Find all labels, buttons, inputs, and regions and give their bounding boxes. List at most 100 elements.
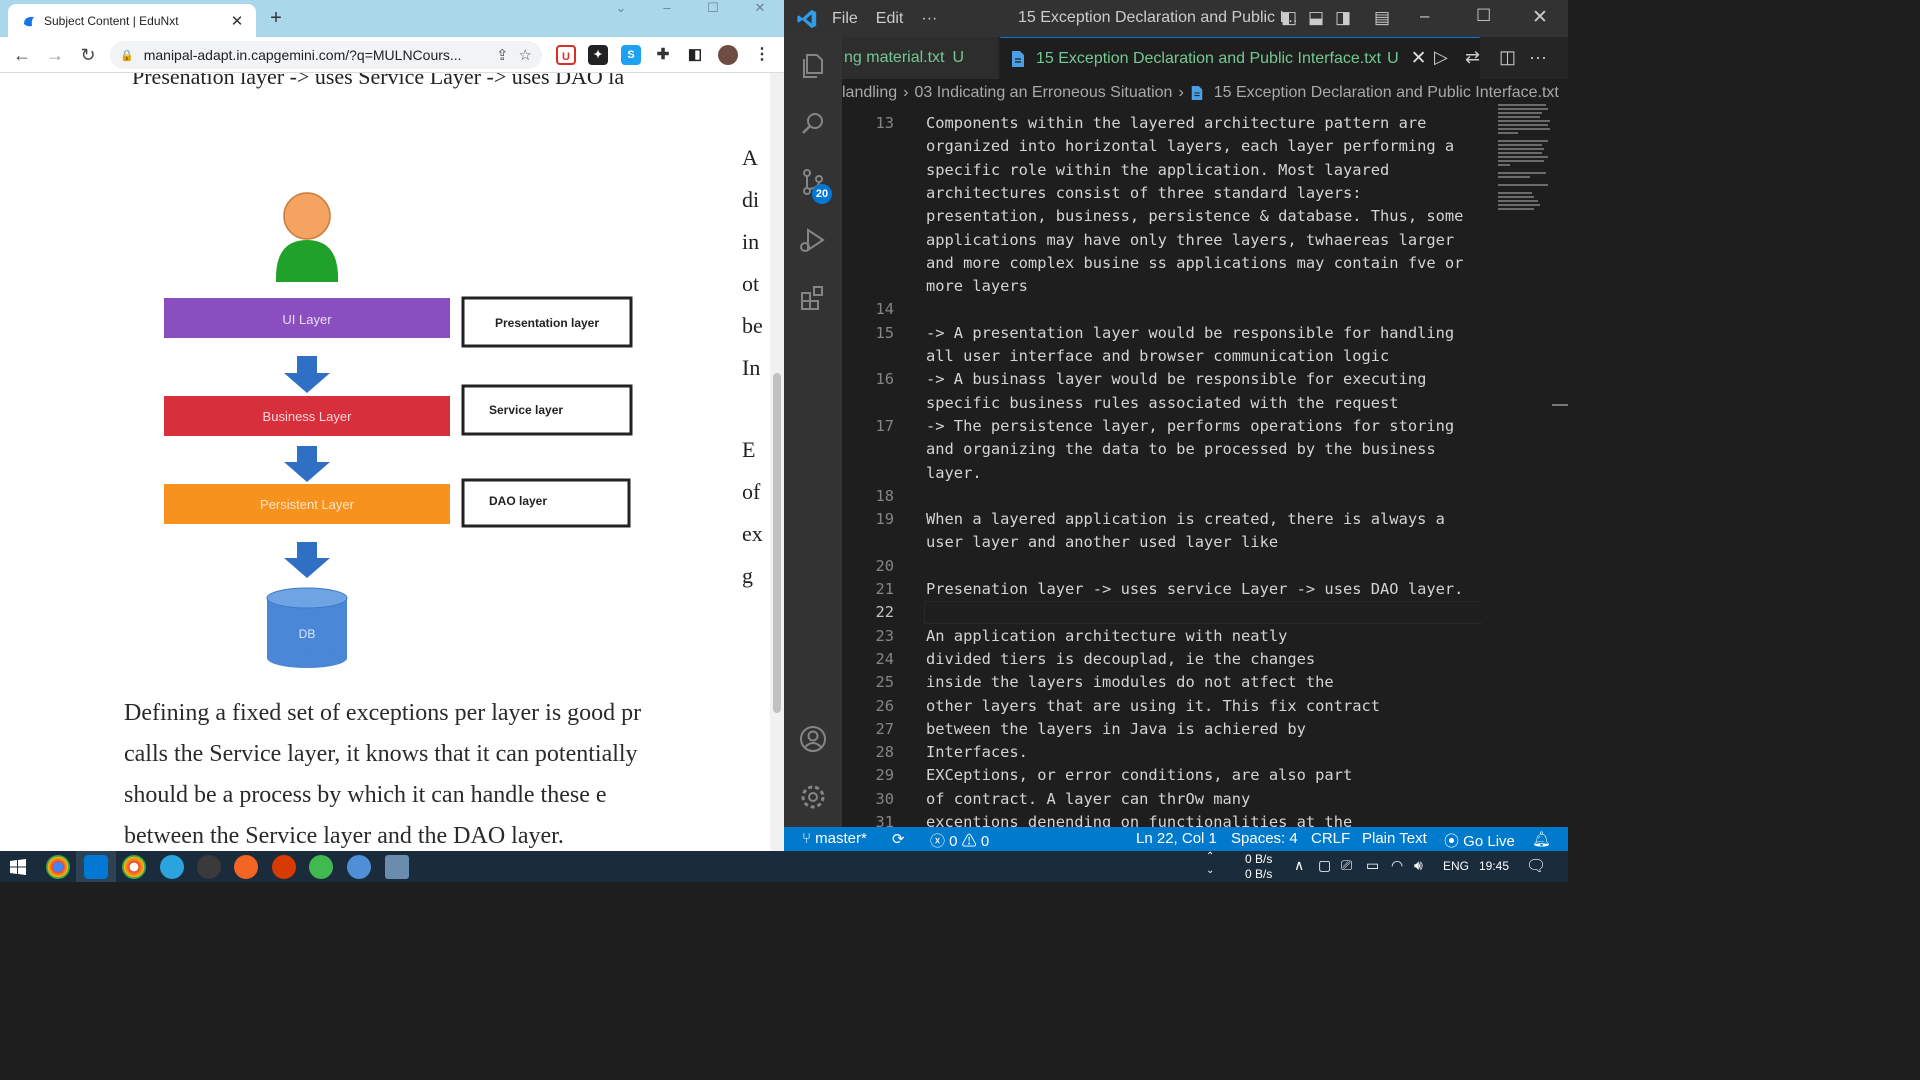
battery-icon[interactable]: ▭ (1366, 857, 1379, 874)
code-text[interactable]: An application architecture with neatly (926, 625, 1287, 648)
share-icon[interactable]: ⇪ (496, 46, 509, 64)
code-text[interactable]: more layers (926, 275, 1028, 298)
code-line[interactable]: all user interface and browser communica… (842, 345, 1482, 368)
code-line[interactable]: 18 (842, 485, 1482, 508)
code-line[interactable]: user layer and another used layer like (842, 531, 1482, 554)
code-line[interactable]: more layers (842, 275, 1482, 298)
address-bar[interactable]: 🔒 manipal-adapt.in.capgemini.com/?q=MULN… (110, 41, 542, 69)
code-line[interactable]: architectures consist of three standard … (842, 182, 1482, 205)
volume-icon[interactable]: 🔊︎ (1414, 857, 1423, 874)
forward-arrow-icon[interactable]: → (43, 43, 67, 67)
close-window-icon[interactable]: ✕ (745, 0, 775, 20)
breadcrumb-item[interactable]: 03 Indicating an Erroneous Situation (914, 84, 1172, 102)
code-line[interactable]: 15 -> A presentation layer would be respo… (842, 322, 1482, 345)
code-text[interactable]: Components within the layered architectu… (926, 112, 1426, 135)
code-line[interactable]: 29 EXCeptions, or error conditions, are a… (842, 764, 1482, 787)
minimize-icon[interactable]: – (1420, 6, 1429, 26)
code-line[interactable]: 28 Interfaces. (842, 741, 1482, 764)
ninja-extension-icon[interactable]: ✦ (588, 45, 608, 65)
app-taskbar-icon[interactable] (197, 855, 221, 879)
code-line[interactable]: organized into horizontal layers, each l… (842, 135, 1482, 158)
notifications-bell-icon[interactable]: 🔔︎ (1532, 830, 1551, 848)
bookmark-star-icon[interactable]: ☆ (519, 46, 532, 64)
side-panel-icon[interactable]: ◧ (685, 45, 705, 65)
maximize-icon[interactable]: ☐ (698, 0, 728, 20)
split-editor-icon[interactable]: ◫ (1499, 47, 1516, 68)
show-hidden-icons-icon[interactable]: ∧ (1294, 857, 1304, 874)
sync-icon[interactable]: ⟳ (892, 830, 905, 848)
code-line[interactable]: 20 (842, 555, 1482, 578)
code-line[interactable]: 25 inside the layers imodules do not atfe… (842, 671, 1482, 694)
code-line[interactable]: 31 excentions denending on functionalitie… (842, 811, 1482, 827)
code-line[interactable]: applications may have only three layers,… (842, 229, 1482, 252)
code-text[interactable]: specific business rules associated with … (926, 392, 1399, 415)
minimap[interactable] (1498, 104, 1552, 214)
code-line[interactable]: 23 An application architecture with neatl… (842, 625, 1482, 648)
code-text[interactable]: excentions denending on functionalities … (926, 811, 1352, 827)
eol-indicator[interactable]: CRLF (1311, 830, 1350, 847)
code-text[interactable]: and organizing the data to be processed … (926, 438, 1436, 461)
code-text[interactable]: organized into horizontal layers, each l… (926, 135, 1454, 158)
code-editor[interactable]: 13 Components within the layered architec… (842, 112, 1482, 827)
close-tab-icon[interactable]: ✕ (1411, 47, 1427, 70)
editor-tab-active[interactable]: 15 Exception Declaration and Public Inte… (1000, 37, 1480, 79)
go-live-button[interactable]: ⦿ Go Live (1444, 830, 1515, 851)
accounts-icon[interactable] (798, 724, 828, 754)
run-file-icon[interactable]: ▷ (1434, 47, 1448, 68)
more-actions-icon[interactable]: ··· (1529, 47, 1547, 68)
telegram-taskbar-icon[interactable] (160, 855, 184, 879)
editor-scroll-indicator[interactable] (1552, 404, 1568, 406)
branch-indicator[interactable]: ⑂ master* (802, 830, 867, 847)
toggle-secondary-sidebar-icon[interactable]: ◨ (1335, 8, 1351, 28)
code-text[interactable]: Presenation layer -> uses service Layer … (926, 578, 1463, 601)
code-line[interactable]: layer. (842, 462, 1482, 485)
code-text[interactable]: user layer and another used layer like (926, 531, 1278, 554)
browser-menu-icon[interactable]: ⋮ (752, 45, 772, 65)
code-text[interactable]: layer. (926, 462, 982, 485)
code-text[interactable]: inside the layers imodules do not atfect… (926, 671, 1334, 694)
postman-taskbar-icon[interactable] (234, 855, 258, 879)
new-tab-button[interactable]: + (264, 6, 288, 30)
code-text[interactable]: specific role within the application. Mo… (926, 159, 1389, 182)
meet-now-icon[interactable]: ⎚ (1341, 857, 1352, 874)
minimize-icon[interactable]: – (652, 0, 682, 20)
code-text[interactable]: of contract. A layer can thrOw many (926, 788, 1250, 811)
code-line[interactable]: 24 divided tiers is decouplad, ie the cha… (842, 648, 1482, 671)
photos-taskbar-icon[interactable] (385, 855, 409, 879)
code-line[interactable]: 16 -> A businass layer would be responsib… (842, 368, 1482, 391)
code-line[interactable]: 26 other layers that are using it. This f… (842, 695, 1482, 718)
menu-edit[interactable]: Edit (876, 10, 904, 28)
code-line[interactable]: 21 Presenation layer -> uses service Laye… (842, 578, 1482, 601)
toggle-panel-icon[interactable]: ⬓ (1308, 8, 1324, 28)
code-text[interactable]: -> A presentation layer would be respons… (926, 322, 1454, 345)
vscode-taskbar-icon[interactable] (84, 855, 108, 879)
code-line[interactable]: 14 (842, 298, 1482, 321)
profile-avatar[interactable] (718, 45, 738, 65)
code-line[interactable]: 19 When a layered application is created,… (842, 508, 1482, 531)
code-text[interactable]: -> A businass layer would be responsible… (926, 368, 1426, 391)
tablet-icon[interactable]: ▢ (1318, 857, 1331, 874)
cursor-position[interactable]: Ln 22, Col 1 (1136, 830, 1217, 847)
editor-tab-material[interactable]: ng material.txt U (842, 37, 998, 79)
language-mode[interactable]: Plain Text (1362, 830, 1427, 847)
breadcrumb-item[interactable]: landling (842, 84, 897, 102)
code-text[interactable]: and more complex busine ss applications … (926, 252, 1463, 275)
code-line[interactable]: 30 of contract. A layer can thrOw many (842, 788, 1482, 811)
code-text[interactable]: presentation, business, persistence & da… (926, 205, 1463, 228)
chevron-up-icon[interactable]: ⌃ (1206, 851, 1214, 862)
chrome-profile-taskbar-icon[interactable] (122, 855, 146, 879)
code-text[interactable]: architectures consist of three standard … (926, 182, 1362, 205)
code-text[interactable]: all user interface and browser communica… (926, 345, 1389, 368)
toggle-sidebar-icon[interactable]: ◧ (1281, 8, 1297, 28)
code-line[interactable]: and organizing the data to be processed … (842, 438, 1482, 461)
code-line[interactable]: 13 Components within the layered architec… (842, 112, 1482, 135)
run-debug-icon[interactable] (798, 225, 828, 255)
powerpoint-taskbar-icon[interactable] (272, 855, 296, 879)
code-text[interactable]: other layers that are using it. This fix… (926, 695, 1380, 718)
utorrent-taskbar-icon[interactable] (309, 855, 333, 879)
code-line[interactable]: specific role within the application. Mo… (842, 159, 1482, 182)
input-language[interactable]: ENG (1443, 859, 1469, 873)
code-line[interactable]: 17 -> The persistence layer, performs ope… (842, 415, 1482, 438)
open-changes-icon[interactable]: ⇄ (1465, 47, 1480, 68)
tab-close-icon[interactable]: ✕ (228, 12, 246, 30)
